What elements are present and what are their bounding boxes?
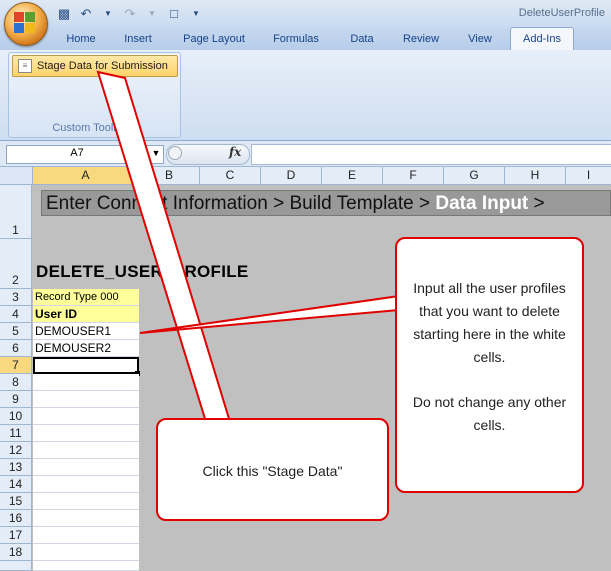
column-header-c[interactable]: C xyxy=(200,167,261,184)
tab-view[interactable]: View xyxy=(458,30,502,49)
row-header[interactable]: 13 xyxy=(0,459,32,476)
tab-home[interactable]: Home xyxy=(58,30,104,49)
insert-function-button[interactable]: fx xyxy=(229,145,241,159)
stage-data-label: Stage Data for Submission xyxy=(37,60,168,72)
grip-icon[interactable] xyxy=(168,146,182,160)
group-label: Custom Toolbars xyxy=(52,122,135,134)
empty-cell[interactable] xyxy=(33,561,139,571)
input-instruction-callout: Input all the user profiles that you wan… xyxy=(395,237,584,493)
user-id-header-cell[interactable]: User ID xyxy=(33,306,139,323)
empty-cell[interactable] xyxy=(33,425,139,442)
customize-qat-icon[interactable]: ▼ xyxy=(188,6,204,22)
document-icon: ≡ xyxy=(18,59,32,73)
row-header[interactable]: 14 xyxy=(0,476,32,493)
column-header-i[interactable]: I xyxy=(566,167,611,184)
row-header[interactable]: 12 xyxy=(0,442,32,459)
tab-page-layout[interactable]: Page Layout xyxy=(176,30,252,49)
formula-input[interactable] xyxy=(251,144,611,165)
tab-formulas[interactable]: Formulas xyxy=(264,30,328,49)
profile-title: DELETE_USER_PROFILE xyxy=(36,262,249,281)
breadcrumb-current: Data Input xyxy=(435,193,529,214)
workflow-breadcrumb-banner: Enter Connect Information > Build Templa… xyxy=(41,190,611,216)
empty-cell[interactable] xyxy=(33,544,139,561)
user-id-cell[interactable]: DEMOUSER1 xyxy=(33,323,139,340)
empty-cell[interactable] xyxy=(33,510,139,527)
column-header-b[interactable]: B xyxy=(139,167,200,184)
column-header-g[interactable]: G xyxy=(444,167,505,184)
breadcrumb-prefix: Enter Connect Information > Build Templa… xyxy=(46,193,436,214)
window-title: DeleteUserProfile xyxy=(518,7,605,19)
active-cell-a7[interactable] xyxy=(33,357,139,374)
stage-data-callout: Click this "Stage Data" xyxy=(156,418,389,521)
column-header-a[interactable]: A xyxy=(33,167,139,184)
save-icon[interactable]: ▩ xyxy=(56,6,72,22)
row-header[interactable]: 10 xyxy=(0,408,32,425)
tab-insert[interactable]: Insert xyxy=(114,30,162,49)
column-header-d[interactable]: D xyxy=(261,167,322,184)
row-header[interactable]: 11 xyxy=(0,425,32,442)
row-header[interactable]: 5 xyxy=(0,323,32,340)
row-header[interactable]: 17 xyxy=(0,527,32,544)
row-header[interactable] xyxy=(0,561,32,571)
tab-review[interactable]: Review xyxy=(394,30,448,49)
stage-data-button[interactable]: ≡ Stage Data for Submission xyxy=(12,55,178,77)
new-document-icon[interactable]: □ xyxy=(166,6,182,22)
office-logo-icon xyxy=(14,12,36,34)
row-header[interactable]: 7 xyxy=(0,357,32,374)
row-header[interactable]: 15 xyxy=(0,493,32,510)
breadcrumb-suffix: > xyxy=(528,193,545,214)
empty-cell[interactable] xyxy=(33,527,139,544)
tab-add-ins[interactable]: Add-Ins xyxy=(510,27,574,51)
column-header-e[interactable]: E xyxy=(322,167,383,184)
empty-cell[interactable] xyxy=(33,459,139,476)
input-instruction-text: Input all the user profiles that you wan… xyxy=(413,280,566,365)
redo-icon[interactable]: ↷ xyxy=(122,6,138,22)
row-header[interactable]: 8 xyxy=(0,374,32,391)
dropdown-arrow-icon[interactable]: ▼ xyxy=(144,6,160,22)
empty-cell[interactable] xyxy=(33,442,139,459)
empty-cell[interactable] xyxy=(33,408,139,425)
empty-cell[interactable] xyxy=(33,476,139,493)
row-header[interactable]: 18 xyxy=(0,544,32,561)
row-header[interactable]: 4 xyxy=(0,306,32,323)
row-header[interactable]: 1 xyxy=(0,185,32,239)
quick-access-toolbar: ▩ ↶ ▼ ↷ ▼ □ ▼ xyxy=(56,5,204,23)
select-all-corner[interactable] xyxy=(0,167,33,184)
row-header[interactable]: 2 xyxy=(0,239,32,289)
row-header[interactable]: 6 xyxy=(0,340,32,357)
row-header[interactable]: 3 xyxy=(0,289,32,306)
dropdown-arrow-icon[interactable]: ▼ xyxy=(100,6,116,22)
empty-cell[interactable] xyxy=(33,391,139,408)
tab-data[interactable]: Data xyxy=(340,30,384,49)
row-header[interactable]: 9 xyxy=(0,391,32,408)
empty-cell[interactable] xyxy=(33,493,139,510)
column-header-f[interactable]: F xyxy=(383,167,444,184)
user-id-cell[interactable]: DEMOUSER2 xyxy=(33,340,139,357)
row-header[interactable]: 16 xyxy=(0,510,32,527)
stage-data-callout-text: Click this "Stage Data" xyxy=(202,463,343,479)
name-box-value: A7 xyxy=(70,147,84,159)
record-type-cell[interactable]: Record Type 000 xyxy=(33,289,139,306)
office-button[interactable] xyxy=(4,2,48,46)
chevron-down-icon[interactable]: ▼ xyxy=(150,145,162,162)
column-header-h[interactable]: H xyxy=(505,167,566,184)
empty-cell[interactable] xyxy=(33,374,139,391)
do-not-change-text: Do not change any other cells. xyxy=(412,394,567,433)
undo-icon[interactable]: ↶ xyxy=(78,6,94,22)
